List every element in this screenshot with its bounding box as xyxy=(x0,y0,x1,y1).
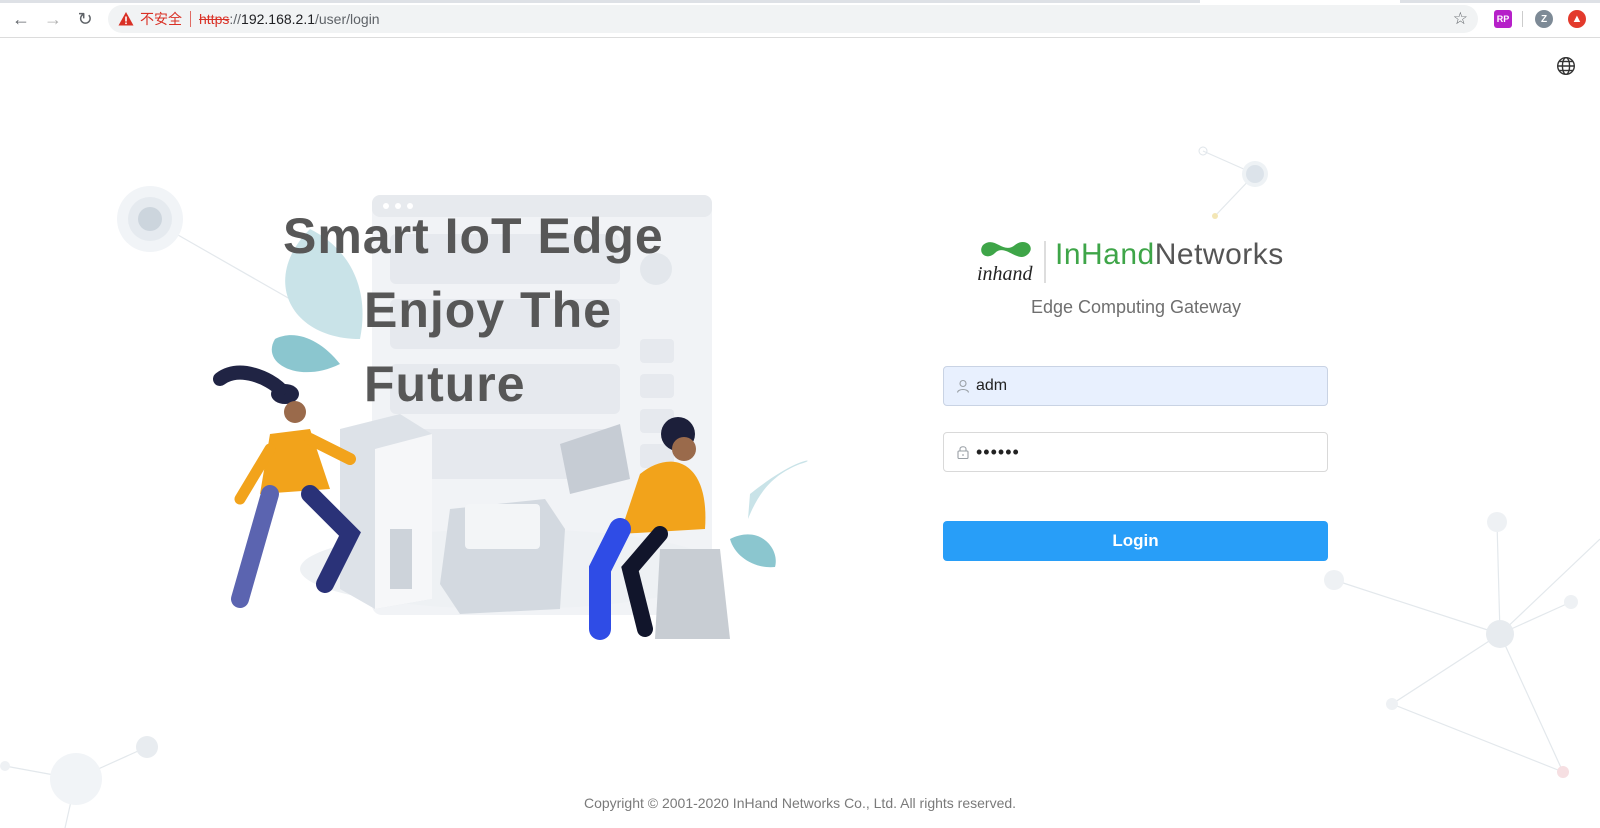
password-field[interactable] xyxy=(943,432,1328,472)
url-host: 192.168.2.1 xyxy=(241,11,315,27)
hero-headline-line3: Future xyxy=(364,356,526,412)
password-input[interactable] xyxy=(976,441,1306,463)
url-separator: :// xyxy=(229,11,242,27)
brand-name: InHandNetworks xyxy=(1055,238,1284,272)
back-icon[interactable]: ← xyxy=(10,8,32,30)
url-scheme: https xyxy=(199,11,230,27)
brand-name-green: InHand xyxy=(1055,238,1155,271)
copyright-footer: Copyright © 2001-2020 InHand Networks Co… xyxy=(583,795,1017,811)
tab-strip-line xyxy=(0,0,1600,3)
hero-headline-line1: Smart IoT Edge xyxy=(283,208,664,264)
profile-avatar[interactable]: Z xyxy=(1535,10,1553,28)
insecure-label[interactable]: 不安全 xyxy=(140,9,182,29)
address-bar[interactable]: 不安全 https://192.168.2.1/user/login ☆ xyxy=(108,5,1478,33)
toolbar-divider xyxy=(1522,11,1523,27)
username-field[interactable] xyxy=(943,366,1328,406)
login-page: Smart IoT Edge Enjoy The Future inhand I… xyxy=(0,39,1600,828)
reload-icon[interactable]: ↻ xyxy=(74,8,96,30)
hero-headline-line2: Enjoy The xyxy=(364,282,612,338)
browser-toolbar: ← → ↻ 不安全 https://192.168.2.1/user/login… xyxy=(0,0,1600,38)
language-globe-icon[interactable] xyxy=(1556,56,1576,76)
hero-illustration xyxy=(213,195,808,640)
update-icon[interactable]: ▲ xyxy=(1568,10,1586,28)
login-button[interactable]: Login xyxy=(943,521,1328,561)
url-text[interactable]: https://192.168.2.1/user/login xyxy=(199,11,380,27)
user-icon xyxy=(956,379,970,393)
bookmark-star-icon[interactable]: ☆ xyxy=(1453,9,1468,29)
product-subtitle: Edge Computing Gateway xyxy=(1030,297,1242,317)
warning-icon xyxy=(118,12,134,26)
brand-name-gray: Networks xyxy=(1154,238,1284,271)
lock-icon xyxy=(957,446,969,459)
forward-icon[interactable]: → xyxy=(42,8,64,30)
extension-rp-icon[interactable]: RP xyxy=(1494,10,1512,28)
url-path: /user/login xyxy=(315,11,380,27)
logo-wordmark: inhand xyxy=(977,263,1034,285)
username-input[interactable] xyxy=(976,377,1306,395)
address-separator xyxy=(190,11,191,27)
